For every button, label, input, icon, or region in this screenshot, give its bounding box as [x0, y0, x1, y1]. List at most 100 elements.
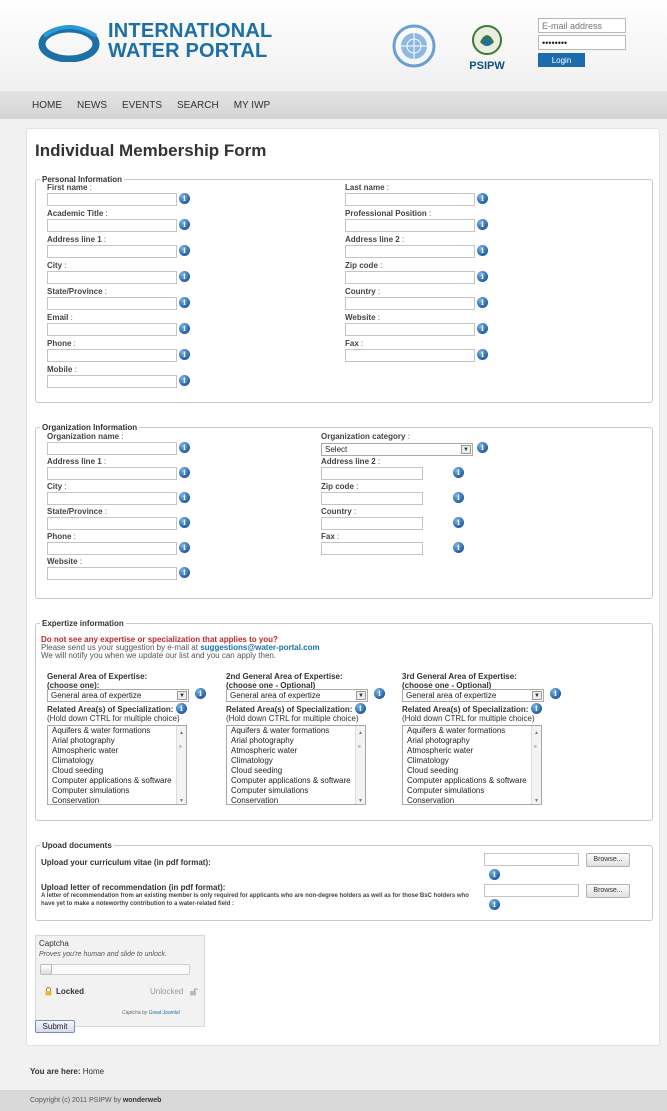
list-item[interactable]: Conservation [227, 796, 365, 804]
cv-file-input[interactable] [484, 853, 579, 866]
expertise-1-area-select[interactable]: General area of expertize ▼ [47, 689, 189, 702]
list-item[interactable]: Cloud seeding [48, 766, 186, 776]
nav-news[interactable]: NEWS [77, 100, 107, 111]
personal-fax-input[interactable] [345, 349, 475, 362]
personal-zip-code-input[interactable] [345, 271, 475, 284]
org-category-info-icon[interactable]: i [477, 442, 488, 453]
expertise-2-related-info-icon[interactable]: i [355, 703, 366, 714]
list-item[interactable]: Atmospheric water [48, 746, 186, 756]
expertise-1-specialization-listbox[interactable]: Aquifers & water formations Arial photogr… [47, 725, 187, 805]
cv-info-icon[interactable]: i [489, 869, 500, 880]
site-logo[interactable]: INTERNATIONAL WATER PORTAL [34, 20, 272, 62]
login-email-input[interactable] [538, 18, 626, 33]
org-fax-info-icon[interactable]: i [453, 542, 464, 553]
scroll-down-icon[interactable]: ▼ [358, 796, 364, 804]
org-country-info-icon[interactable]: i [453, 517, 464, 528]
chevron-down-icon[interactable]: ▼ [461, 445, 471, 454]
list-item[interactable]: Climatology [48, 756, 186, 766]
captcha-slider-track[interactable] [40, 964, 190, 975]
expertise-2-specialization-listbox[interactable]: Aquifers & water formations Arial photogr… [226, 725, 366, 805]
personal-academic-title-info-icon[interactable]: i [179, 219, 190, 230]
expertise-1-area-info-icon[interactable]: i [195, 688, 206, 699]
personal-address-line-2-info-icon[interactable]: i [477, 245, 488, 256]
org-organization-name-info-icon[interactable]: i [179, 442, 190, 453]
org-organization-name-input[interactable] [47, 442, 177, 455]
personal-phone-input[interactable] [47, 349, 177, 362]
captcha-credit-link[interactable]: Great Joomla! [149, 1010, 180, 1016]
org-zip-code-input[interactable] [321, 492, 423, 505]
personal-phone-info-icon[interactable]: i [179, 349, 190, 360]
list-item[interactable]: Computer applications & software [48, 776, 186, 786]
list-item[interactable]: Arial photography [403, 736, 541, 746]
chevron-down-icon[interactable]: ▼ [532, 691, 542, 700]
captcha-slider-handle[interactable] [40, 964, 52, 975]
personal-state-province-input[interactable] [47, 297, 177, 310]
expertise-2-area-info-icon[interactable]: i [374, 688, 385, 699]
personal-state-province-info-icon[interactable]: i [179, 297, 190, 308]
personal-city-info-icon[interactable]: i [179, 271, 190, 282]
org-fax-input[interactable] [321, 542, 423, 555]
recommendation-browse-button[interactable]: Browse... [586, 884, 630, 898]
personal-country-info-icon[interactable]: i [477, 297, 488, 308]
org-address-line-1-info-icon[interactable]: i [179, 467, 190, 478]
personal-fax-info-icon[interactable]: i [477, 349, 488, 360]
org-city-info-icon[interactable]: i [179, 492, 190, 503]
scroll-thumb-icon[interactable]: ≡ [179, 742, 185, 752]
org-address-line-1-input[interactable] [47, 467, 177, 480]
footer-brand[interactable]: wonderweb [123, 1097, 162, 1104]
chevron-down-icon[interactable]: ▼ [356, 691, 366, 700]
org-zip-code-info-icon[interactable]: i [453, 492, 464, 503]
listbox-scrollbar[interactable]: ▲ ≡ ▼ [355, 726, 365, 804]
personal-address-line-2-input[interactable] [345, 245, 475, 258]
list-item[interactable]: Climatology [227, 756, 365, 766]
personal-professional-position-input[interactable] [345, 219, 475, 232]
list-item[interactable]: Aquifers & water formations [48, 726, 186, 736]
expertise-1-related-info-icon[interactable]: i [176, 703, 187, 714]
scroll-up-icon[interactable]: ▲ [179, 728, 185, 738]
personal-city-input[interactable] [47, 271, 177, 284]
nav-search[interactable]: SEARCH [177, 100, 219, 111]
personal-first-name-info-icon[interactable]: i [179, 193, 190, 204]
org-phone-input[interactable] [47, 542, 177, 555]
listbox-scrollbar[interactable]: ▲ ≡ ▼ [531, 726, 541, 804]
list-item[interactable]: Aquifers & water formations [227, 726, 365, 736]
list-item[interactable]: Conservation [48, 796, 186, 804]
personal-website-input[interactable] [345, 323, 475, 336]
chevron-down-icon[interactable]: ▼ [177, 691, 187, 700]
personal-last-name-input[interactable] [345, 193, 475, 206]
org-address-line-2-input[interactable] [321, 467, 423, 480]
personal-mobile-info-icon[interactable]: i [179, 375, 190, 386]
org-state-province-info-icon[interactable]: i [179, 517, 190, 528]
login-button[interactable]: Login [538, 53, 585, 67]
list-item[interactable]: Aquifers & water formations [403, 726, 541, 736]
recommendation-file-input[interactable] [484, 884, 579, 897]
list-item[interactable]: Cloud seeding [403, 766, 541, 776]
expertise-3-related-info-icon[interactable]: i [531, 703, 542, 714]
org-address-line-2-info-icon[interactable]: i [453, 467, 464, 478]
list-item[interactable]: Computer simulations [48, 786, 186, 796]
list-item[interactable]: Computer applications & software [403, 776, 541, 786]
personal-email-input[interactable] [47, 323, 177, 336]
org-phone-info-icon[interactable]: i [179, 542, 190, 553]
submit-button[interactable]: Submit [35, 1020, 75, 1033]
list-item[interactable]: Atmospheric water [227, 746, 365, 756]
list-item[interactable]: Computer applications & software [227, 776, 365, 786]
nav-events[interactable]: EVENTS [122, 100, 162, 111]
listbox-scrollbar[interactable]: ▲ ≡ ▼ [176, 726, 186, 804]
scroll-down-icon[interactable]: ▼ [179, 796, 185, 804]
personal-website-info-icon[interactable]: i [477, 323, 488, 334]
scroll-up-icon[interactable]: ▲ [534, 728, 540, 738]
org-website-info-icon[interactable]: i [179, 567, 190, 578]
expertise-3-specialization-listbox[interactable]: Aquifers & water formations Arial photogr… [402, 725, 542, 805]
personal-address-line-1-info-icon[interactable]: i [179, 245, 190, 256]
personal-mobile-input[interactable] [47, 375, 177, 388]
personal-address-line-1-input[interactable] [47, 245, 177, 258]
personal-first-name-input[interactable] [47, 193, 177, 206]
list-item[interactable]: Cloud seeding [227, 766, 365, 776]
recommendation-info-icon[interactable]: i [489, 899, 500, 910]
org-category-select[interactable]: Select ▼ [321, 443, 473, 456]
scroll-thumb-icon[interactable]: ≡ [358, 742, 364, 752]
personal-last-name-info-icon[interactable]: i [477, 193, 488, 204]
expertise-3-area-info-icon[interactable]: i [550, 688, 561, 699]
cv-browse-button[interactable]: Browse... [586, 853, 630, 867]
